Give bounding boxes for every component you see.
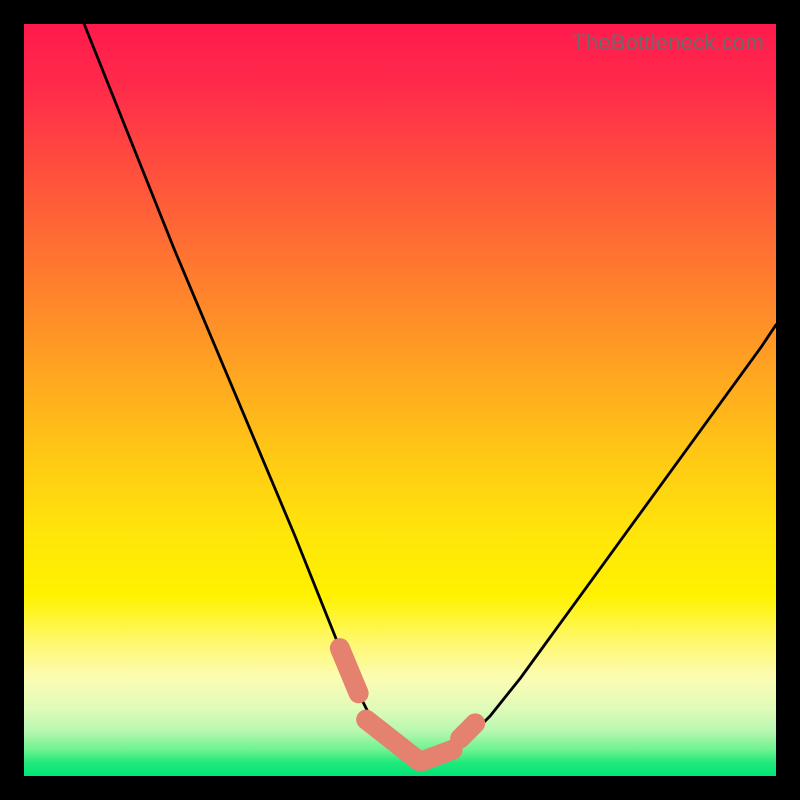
bottleneck-curve-path: [84, 24, 776, 761]
highlight-segments: [340, 648, 475, 761]
highlight-segment: [340, 648, 359, 693]
highlight-segment: [366, 720, 419, 761]
chart-frame: TheBottleneck.com: [0, 0, 800, 800]
plot-area: TheBottleneck.com: [24, 24, 776, 776]
highlight-segment: [460, 723, 475, 738]
chart-svg: [24, 24, 776, 776]
highlight-segment: [423, 750, 453, 761]
